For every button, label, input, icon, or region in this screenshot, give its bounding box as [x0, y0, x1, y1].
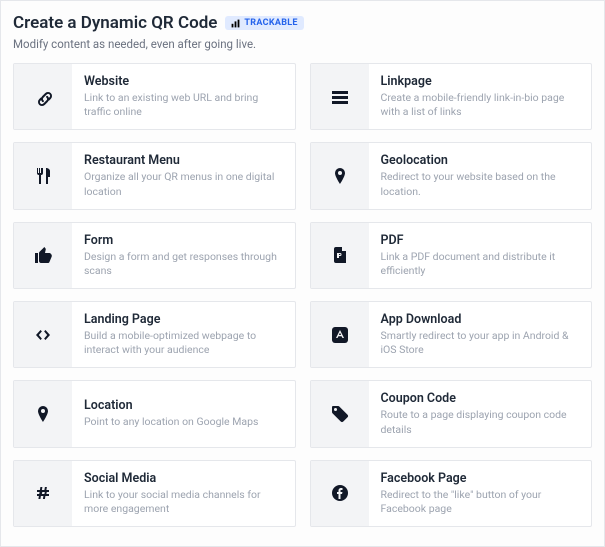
option-card[interactable]: Coupon Code Route to a page displaying co…	[310, 380, 593, 447]
option-card-title: Geolocation	[381, 153, 580, 168]
pin-icon	[14, 381, 72, 446]
option-card[interactable]: PDF Link a PDF document and distribute it…	[310, 222, 593, 289]
option-card[interactable]: App Download Smartly redirect to your app…	[310, 301, 593, 368]
option-card-body: Linkpage Create a mobile-friendly link-in…	[369, 64, 592, 129]
app-icon	[311, 302, 369, 367]
option-card-title: Website	[84, 74, 283, 89]
code-icon	[14, 302, 72, 367]
option-card[interactable]: Website Link to an existing web URL and b…	[13, 63, 296, 130]
option-card-body: Social Media Link to your social media ch…	[72, 461, 295, 526]
option-card-title: App Download	[381, 312, 580, 327]
option-card-desc: Create a mobile-friendly link-in-bio pag…	[381, 91, 580, 119]
option-card-title: Linkpage	[381, 74, 580, 89]
options-grid: Website Link to an existing web URL and b…	[13, 63, 592, 527]
option-card[interactable]: Geolocation Redirect to your website base…	[310, 142, 593, 209]
thumbsup-icon	[14, 223, 72, 288]
option-card-title: Coupon Code	[381, 391, 580, 406]
option-card-desc: Design a form and get responses through …	[84, 250, 283, 278]
bar-chart-icon	[231, 19, 240, 28]
menu-icon	[311, 64, 369, 129]
option-card-body: Location Point to any location on Google …	[72, 381, 270, 446]
hash-icon	[14, 461, 72, 526]
option-card-desc: Point to any location on Google Maps	[84, 415, 258, 429]
option-card-body: Restaurant Menu Organize all your QR menu…	[72, 143, 295, 208]
option-card-body: Website Link to an existing web URL and b…	[72, 64, 295, 129]
option-card-title: Facebook Page	[381, 471, 580, 486]
qr-type-selection-panel: Create a Dynamic QR Code TRACKABLE Modif…	[0, 0, 605, 547]
option-card-title: Restaurant Menu	[84, 153, 283, 168]
option-card-title: Landing Page	[84, 312, 283, 327]
option-card-desc: Link to your social media channels for m…	[84, 488, 283, 516]
option-card-title: Form	[84, 233, 283, 248]
option-card-title: PDF	[381, 233, 580, 248]
option-card[interactable]: Location Point to any location on Google …	[13, 380, 296, 447]
option-card[interactable]: Restaurant Menu Organize all your QR menu…	[13, 142, 296, 209]
facebook-icon	[311, 461, 369, 526]
utensils-icon	[14, 143, 72, 208]
option-card-body: Facebook Page Redirect to the "like" butt…	[369, 461, 592, 526]
option-card-body: Coupon Code Route to a page displaying co…	[369, 381, 592, 446]
option-card[interactable]: Social Media Link to your social media ch…	[13, 460, 296, 527]
header: Create a Dynamic QR Code TRACKABLE Modif…	[13, 13, 592, 51]
option-card-desc: Smartly redirect to your app in Android …	[381, 329, 580, 357]
option-card-title: Location	[84, 398, 258, 413]
trackable-badge: TRACKABLE	[225, 16, 303, 30]
trackable-badge-label: TRACKABLE	[244, 18, 297, 28]
tag-icon	[311, 381, 369, 446]
option-card[interactable]: Linkpage Create a mobile-friendly link-in…	[310, 63, 593, 130]
option-card-body: Geolocation Redirect to your website base…	[369, 143, 592, 208]
option-card-body: PDF Link a PDF document and distribute it…	[369, 223, 592, 288]
option-card-desc: Organize all your QR menus in one digita…	[84, 170, 283, 198]
page-title: Create a Dynamic QR Code	[13, 13, 217, 33]
option-card-body: App Download Smartly redirect to your app…	[369, 302, 592, 367]
option-card-body: Form Design a form and get responses thro…	[72, 223, 295, 288]
option-card[interactable]: Landing Page Build a mobile-optimized web…	[13, 301, 296, 368]
option-card-title: Social Media	[84, 471, 283, 486]
pin-icon	[311, 143, 369, 208]
option-card[interactable]: Form Design a form and get responses thro…	[13, 222, 296, 289]
option-card-desc: Link a PDF document and distribute it ef…	[381, 250, 580, 278]
option-card-desc: Route to a page displaying coupon code d…	[381, 408, 580, 436]
page-subtitle: Modify content as needed, even after goi…	[13, 37, 592, 51]
pdf-icon	[311, 223, 369, 288]
option-card-desc: Redirect to your website based on the lo…	[381, 170, 580, 198]
option-card-body: Landing Page Build a mobile-optimized web…	[72, 302, 295, 367]
option-card-desc: Redirect to the "like" button of your Fa…	[381, 488, 580, 516]
option-card[interactable]: Facebook Page Redirect to the "like" butt…	[310, 460, 593, 527]
link-icon	[14, 64, 72, 129]
option-card-desc: Link to an existing web URL and bring tr…	[84, 91, 283, 119]
option-card-desc: Build a mobile-optimized webpage to inte…	[84, 329, 283, 357]
header-title-row: Create a Dynamic QR Code TRACKABLE	[13, 13, 592, 33]
